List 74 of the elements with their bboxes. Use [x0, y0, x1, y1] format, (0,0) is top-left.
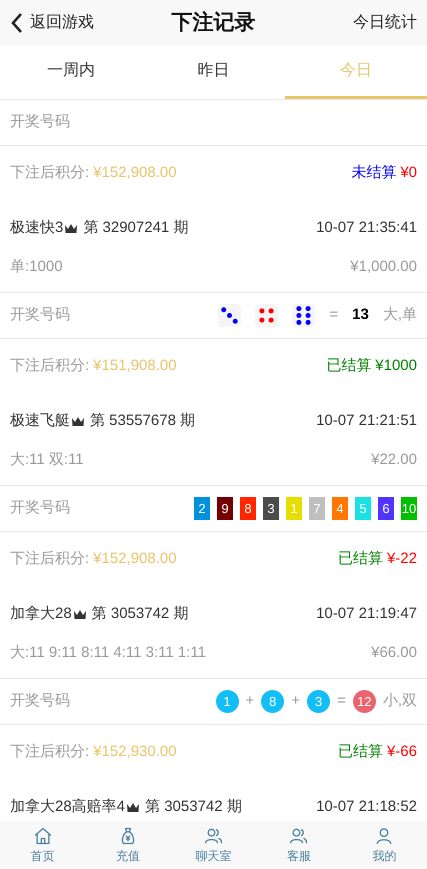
payout-amount: ¥-22	[386, 548, 417, 569]
number-tile: 8	[240, 497, 256, 520]
game-name: 加拿大28	[10, 604, 72, 624]
number-tile: 5	[355, 497, 371, 520]
number-tile: 9	[217, 497, 233, 520]
number-tile: 10	[401, 497, 417, 520]
draw-label: 开奖号码	[10, 112, 70, 132]
draw-result: 小,双	[382, 691, 417, 712]
nav-item[interactable]: 聊天室	[170, 821, 256, 869]
number-tile: 4	[332, 497, 348, 520]
stake-amount: ¥22.00	[371, 450, 417, 470]
equals-sign: =	[329, 305, 338, 326]
stake-amount: ¥1,000.00	[350, 257, 417, 277]
game-name: 极速快3	[10, 218, 64, 238]
equals-sign: =	[337, 691, 346, 712]
back-button[interactable]: 返回游戏	[10, 11, 130, 35]
number-tile: 3	[263, 497, 279, 520]
balance-label: 下注后积分:	[10, 356, 90, 376]
game-name: 极速飞艇	[10, 410, 70, 431]
home-icon	[32, 826, 53, 846]
today-stats-button[interactable]: 今日统计	[297, 11, 417, 35]
nav-item[interactable]: 客服	[256, 821, 342, 869]
crown-icon	[72, 608, 87, 620]
draw-result: 大,单	[382, 305, 417, 326]
settlement-status: 未结算	[351, 162, 396, 183]
draw-label: 开奖号码	[10, 498, 70, 518]
issue-number: 第 32907241 期	[83, 218, 188, 238]
game-name: 加拿大28高赔率4	[10, 796, 126, 817]
page-title: 下注记录	[172, 10, 256, 36]
users-icon	[288, 826, 309, 846]
draw-label: 开奖号码	[10, 691, 70, 712]
balance-value: ¥152,908.00	[93, 548, 177, 569]
balance-value: ¥151,908.00	[93, 356, 177, 376]
bet-time: 10-07 21:21:51	[316, 410, 417, 431]
bet-content: 大:11 双:11	[10, 450, 84, 470]
users-icon	[204, 826, 224, 846]
draw-total: 13	[352, 305, 369, 326]
bet-content: 大:11 9:11 8:11 4:11 3:11 1:11	[10, 643, 206, 663]
payout-amount: ¥1000	[375, 356, 417, 376]
nav-item[interactable]: 充值	[85, 821, 171, 869]
balance-value: ¥152,930.00	[93, 742, 177, 762]
bet-time: 10-07 21:19:47	[316, 604, 417, 624]
stake-amount: ¥66.00	[371, 643, 417, 663]
balance-label: 下注后积分:	[10, 742, 90, 762]
balance-label: 下注后积分:	[10, 548, 90, 569]
settlement-status: 已结算	[338, 548, 383, 569]
tab[interactable]: 一周内	[0, 46, 142, 99]
bet-time: 10-07 21:35:41	[316, 218, 417, 238]
draw-label: 开奖号码	[10, 305, 70, 326]
bet-content: 单:1000	[10, 257, 63, 277]
tab[interactable]: 昨日	[142, 46, 285, 99]
balance-value: ¥152,908.00	[93, 162, 177, 183]
settlement-status: 已结算	[338, 742, 383, 762]
plus-sign: +	[291, 691, 300, 712]
balance-label: 下注后积分:	[10, 162, 90, 183]
crown-icon	[126, 802, 140, 812]
issue-number: 第 3053742 期	[145, 796, 242, 817]
crown-icon	[64, 222, 78, 234]
back-icon	[10, 12, 24, 34]
plus-sign: +	[246, 691, 254, 712]
nav-item[interactable]: 首页	[0, 821, 86, 869]
number-tile: 7	[309, 497, 325, 520]
bet-time: 10-07 21:18:52	[316, 796, 417, 817]
issue-number: 第 53557678 期	[90, 410, 196, 431]
crown-icon	[71, 416, 85, 426]
user-icon	[374, 826, 394, 846]
nav-item[interactable]: 我的	[342, 821, 427, 869]
number-tile: 1	[286, 497, 302, 520]
settlement-status: 已结算	[326, 356, 372, 376]
payout-amount: ¥-66	[386, 742, 417, 762]
number-tile: 2	[194, 497, 210, 520]
number-tile: 6	[378, 497, 394, 520]
payout-amount: ¥0	[400, 162, 417, 183]
issue-number: 第 3053742 期	[92, 604, 188, 624]
